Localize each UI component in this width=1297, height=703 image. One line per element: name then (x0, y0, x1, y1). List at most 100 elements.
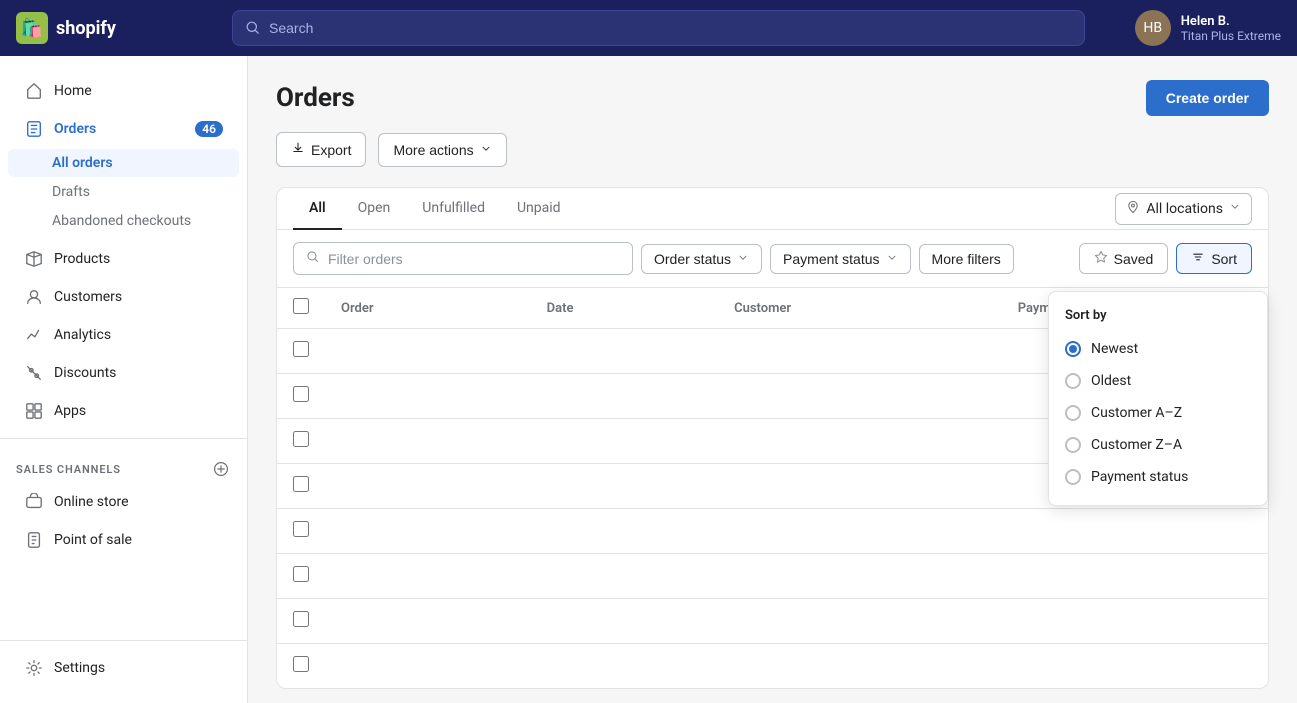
tab-unfulfilled[interactable]: Unfulfilled (406, 188, 501, 230)
sidebar-sub-item-abandoned-checkouts[interactable]: Abandoned checkouts (8, 207, 239, 235)
filter-bar: Order status Payment status More filters (277, 230, 1268, 288)
user-store: Titan Plus Extreme (1181, 29, 1281, 43)
payment-status-label: Payment status (783, 251, 880, 267)
date-cell (531, 644, 718, 689)
payment-status-chevron-icon (886, 251, 898, 267)
more-filters-label: More filters (932, 251, 1001, 267)
customer-column-header: Customer (718, 288, 1002, 329)
more-actions-label: More actions (393, 142, 473, 158)
select-all-checkbox[interactable] (293, 298, 309, 314)
tab-unpaid[interactable]: Unpaid (501, 188, 577, 230)
customer-cell (718, 509, 1002, 554)
order-cell (325, 644, 531, 689)
sidebar-sub-item-all-orders[interactable]: All orders (8, 149, 239, 177)
sort-customer-za-label: Customer Z–A (1091, 437, 1182, 453)
sort-option-customer-az[interactable]: Customer A–Z (1049, 397, 1267, 429)
sidebar-item-apps[interactable]: Apps (8, 393, 239, 429)
row-checkbox[interactable] (293, 431, 309, 447)
row-checkbox[interactable] (293, 386, 309, 402)
table-row[interactable] (277, 554, 1268, 599)
sidebar-item-settings[interactable]: Settings (8, 650, 239, 686)
sort-option-oldest[interactable]: Oldest (1049, 365, 1267, 397)
sidebar: Home Orders 46 All orders Drafts Abandon… (0, 56, 248, 703)
home-icon (24, 81, 44, 101)
filter-input-wrapper[interactable] (293, 242, 633, 275)
tab-all[interactable]: All (293, 188, 342, 230)
sidebar-sub-item-drafts[interactable]: Drafts (8, 178, 239, 206)
analytics-label: Analytics (54, 327, 111, 343)
export-button[interactable]: Export (276, 132, 366, 167)
orders-card: All Open Unfulfilled Unpaid All location… (276, 187, 1269, 689)
search-input[interactable] (269, 20, 1072, 36)
select-all-header (277, 288, 325, 329)
row-checkbox[interactable] (293, 476, 309, 492)
create-order-button[interactable]: Create order (1146, 80, 1269, 116)
abandoned-checkouts-label: Abandoned checkouts (52, 213, 191, 229)
page-actions: Export More actions (276, 132, 1269, 167)
sidebar-item-point-of-sale[interactable]: Point of sale (8, 522, 239, 558)
page-title: Orders (276, 83, 355, 113)
sort-option-newest[interactable]: Newest (1049, 333, 1267, 365)
apps-label: Apps (54, 403, 86, 419)
customer-cell (718, 329, 1002, 374)
date-cell (531, 464, 718, 509)
more-filters-button[interactable]: More filters (919, 244, 1014, 274)
order-cell (325, 554, 531, 599)
sidebar-item-products[interactable]: Products (8, 241, 239, 277)
payment-status-filter[interactable]: Payment status (770, 244, 911, 274)
orders-badge: 46 (195, 121, 223, 137)
row-checkbox[interactable] (293, 611, 309, 627)
sidebar-item-home[interactable]: Home (8, 73, 239, 109)
order-status-filter[interactable]: Order status (641, 244, 762, 274)
online-store-label: Online store (54, 494, 129, 510)
payment-cell (1002, 599, 1268, 644)
search-bar[interactable] (232, 10, 1085, 46)
date-column-header: Date (531, 288, 718, 329)
location-pin-icon (1126, 200, 1140, 218)
row-checkbox[interactable] (293, 341, 309, 357)
row-checkbox[interactable] (293, 656, 309, 672)
date-cell (531, 554, 718, 599)
table-row[interactable] (277, 599, 1268, 644)
sidebar-item-customers[interactable]: Customers (8, 279, 239, 315)
sort-option-payment-status[interactable]: Payment status (1049, 461, 1267, 493)
top-navigation: 🛍️ shopify HB Helen B. Titan Plus Extrem… (0, 0, 1297, 56)
row-checkbox[interactable] (293, 566, 309, 582)
settings-icon (24, 658, 44, 678)
sort-dropdown: Sort by Newest Oldest Customer A–Z (1048, 291, 1268, 506)
order-cell (325, 374, 531, 419)
order-cell (325, 329, 531, 374)
table-row[interactable] (277, 644, 1268, 689)
order-cell (325, 599, 531, 644)
sidebar-item-orders[interactable]: Orders 46 (8, 111, 239, 147)
sidebar-item-analytics[interactable]: Analytics (8, 317, 239, 353)
more-actions-button[interactable]: More actions (378, 133, 506, 167)
sort-label: Sort (1211, 251, 1237, 267)
sort-icon (1191, 250, 1205, 267)
orders-tabs: All Open Unfulfilled Unpaid All location… (277, 188, 1268, 230)
home-label: Home (54, 83, 92, 99)
settings-label: Settings (54, 660, 105, 676)
sort-customer-az-radio (1065, 405, 1081, 421)
sort-dropdown-title: Sort by (1049, 304, 1267, 333)
drafts-label: Drafts (52, 184, 90, 200)
analytics-icon (24, 325, 44, 345)
sort-option-customer-za[interactable]: Customer Z–A (1049, 429, 1267, 461)
sidebar-item-discounts[interactable]: Discounts (8, 355, 239, 391)
sort-button[interactable]: Sort (1176, 243, 1252, 274)
row-checkbox[interactable] (293, 521, 309, 537)
table-row[interactable] (277, 509, 1268, 554)
filter-orders-input[interactable] (328, 251, 620, 267)
filter-search-icon (306, 249, 320, 268)
avatar: HB (1135, 10, 1171, 46)
sort-newest-radio (1065, 341, 1081, 357)
shopify-logo-icon: 🛍️ (16, 12, 48, 44)
tab-open[interactable]: Open (342, 188, 407, 230)
add-sales-channel-button[interactable] (211, 459, 231, 479)
customer-cell (718, 374, 1002, 419)
sort-oldest-radio (1065, 373, 1081, 389)
saved-button[interactable]: Saved (1079, 243, 1169, 274)
logo[interactable]: 🛍️ shopify (16, 12, 216, 44)
location-select[interactable]: All locations (1115, 193, 1252, 225)
sidebar-item-online-store[interactable]: Online store (8, 484, 239, 520)
